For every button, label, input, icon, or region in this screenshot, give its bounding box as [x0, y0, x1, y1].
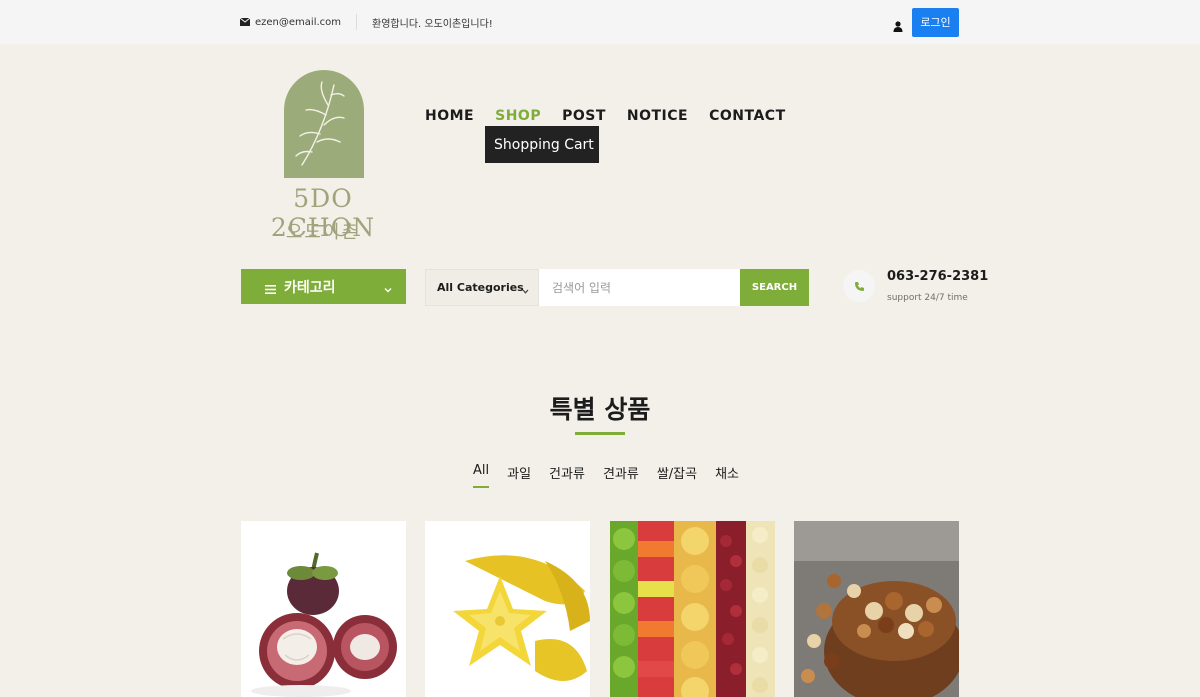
starfruit-image — [425, 521, 590, 697]
category-label: 카테고리 — [284, 279, 336, 296]
top-bar: ezen@email.com 환영합니다. 오도이촌입니다! 로그인 — [0, 0, 1200, 44]
menu-icon — [265, 282, 276, 294]
chevron-down-icon — [384, 282, 392, 293]
phone-number: 063-276-2381 — [887, 269, 989, 284]
nav-shop[interactable]: SHOP — [495, 108, 541, 124]
filter-fruit[interactable]: 과일 — [507, 463, 531, 488]
product-card-mangosteen[interactable] — [241, 521, 406, 697]
filter-nuts[interactable]: 견과류 — [603, 463, 639, 488]
product-card-mixed-nuts[interactable] — [794, 521, 959, 697]
contact-email: ezen@email.com — [255, 16, 342, 28]
nav-contact[interactable]: CONTACT — [709, 108, 786, 124]
top-bar-right: 로그인 — [893, 0, 959, 44]
user-icon[interactable] — [893, 17, 903, 32]
category-menu-button[interactable]: 카테고리 — [241, 269, 406, 304]
phone-icon — [843, 270, 875, 302]
chevron-down-icon — [522, 285, 529, 294]
filter-all[interactable]: All — [473, 463, 490, 488]
title-underline — [575, 432, 625, 435]
divider — [356, 14, 358, 30]
filter-dried-fruit[interactable]: 건과류 — [549, 463, 585, 488]
mangosteen-image — [241, 521, 406, 697]
filter-rice-grains[interactable]: 쌀/잡곡 — [657, 463, 697, 488]
welcome-text: 환영합니다. 오도이촌입니다! — [372, 18, 493, 30]
top-bar-left: ezen@email.com 환영합니다. 오도이촌입니다! — [239, 0, 493, 44]
login-button[interactable]: 로그인 — [912, 7, 959, 37]
mixed-nuts-image — [794, 521, 959, 697]
search-button[interactable]: SEARCH — [740, 269, 809, 306]
nav-post[interactable]: POST — [562, 108, 606, 124]
search-category-select[interactable]: All Categories — [425, 269, 539, 306]
nav-notice[interactable]: NOTICE — [627, 108, 688, 124]
search-input[interactable] — [539, 269, 740, 306]
search-bar: All Categories SEARCH — [425, 269, 809, 306]
dried-fruits-image — [610, 521, 775, 697]
product-filters: All 과일 건과류 견과류 쌀/잡곡 채소 — [473, 463, 757, 488]
shop-dropdown-shopping-cart[interactable]: Shopping Cart — [485, 126, 599, 163]
main-nav: HOME SHOP POST NOTICE CONTACT — [425, 108, 807, 124]
filter-vegetables[interactable]: 채소 — [715, 463, 739, 488]
nav-home[interactable]: HOME — [425, 108, 474, 124]
product-card-dried-fruits[interactable] — [610, 521, 775, 697]
product-card-starfruit[interactable] — [425, 521, 590, 697]
support-hours: support 24/7 time — [887, 293, 968, 303]
site-logo[interactable]: 5DO 2CHON 오도이촌 — [268, 70, 378, 246]
logo-arch — [284, 70, 364, 178]
search-category-value: All Categories — [437, 281, 524, 294]
leaf-branch-icon — [295, 81, 345, 166]
logo-text-kr: 오도이촌 — [285, 222, 361, 243]
section-title: 특별 상품 — [549, 395, 651, 424]
envelope-icon — [239, 17, 251, 26]
